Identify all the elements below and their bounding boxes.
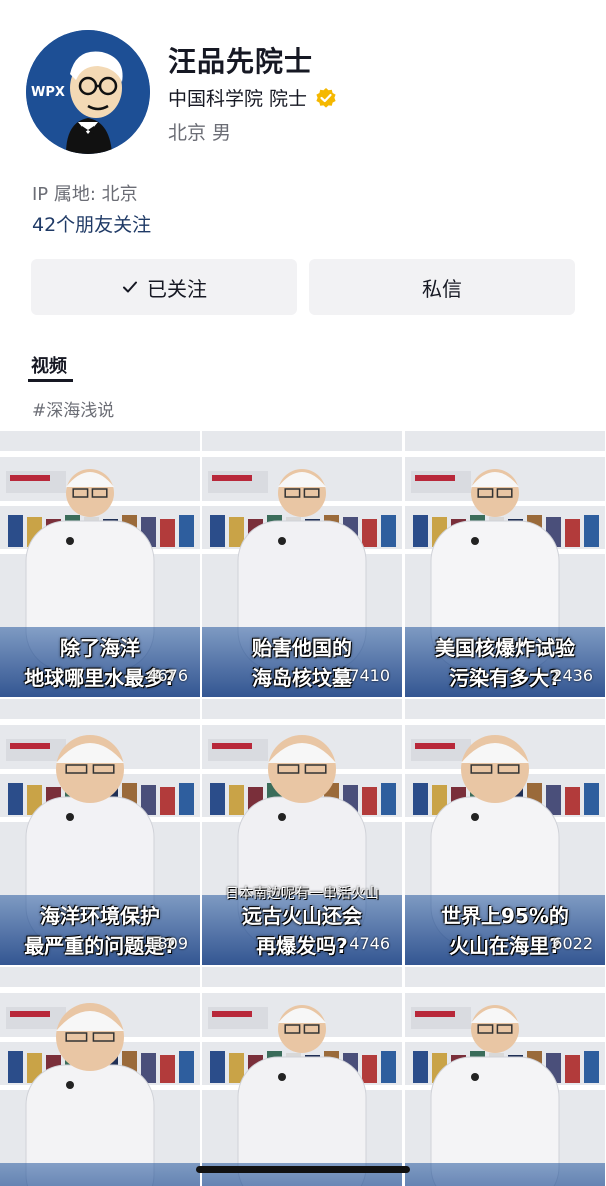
verification-row: 中国科学院 院士 [168, 84, 337, 111]
video-play-count: 6022 [552, 934, 593, 953]
profile-name: 汪品先院士 [168, 45, 314, 78]
video-thumbnail[interactable] [202, 967, 402, 1186]
tab-videos[interactable]: 视频 [31, 352, 67, 378]
video-caption-line1: 海洋环境保护 [40, 904, 160, 928]
video-play-count: 4746 [349, 934, 390, 953]
checkmark-icon [123, 281, 137, 293]
tab-active-indicator [28, 379, 73, 382]
video-scene [405, 967, 605, 1186]
video-thumbnail[interactable]: 日本南边呢有一串活火山 远古火山还会 再爆发吗? 4746 [202, 699, 402, 965]
video-thumbnail[interactable]: 世界上95%的 火山在海里? 6022 [405, 699, 605, 965]
video-scene [202, 967, 402, 1186]
video-caption-line1: 除了海洋 [60, 636, 140, 660]
home-indicator [196, 1166, 410, 1173]
video-thumbnail[interactable]: 海底火山爆发 [0, 967, 200, 1186]
video-play-count: 7410 [349, 666, 390, 685]
avatar-text: WPX [31, 85, 65, 100]
avatar[interactable]: WPX [26, 30, 150, 154]
video-caption-line1: 世界上95%的 [441, 904, 569, 928]
message-button[interactable]: 私信 [309, 259, 575, 315]
hashtag-collection[interactable]: #深海浅说 [32, 396, 114, 421]
video-scene [0, 967, 200, 1186]
video-thumbnail[interactable]: 除了海洋 地球哪里水最多? 4676 [0, 431, 200, 697]
verification-text: 中国科学院 院士 [168, 88, 308, 110]
friends-following-link[interactable]: 42个朋友关注 [32, 210, 151, 237]
profile-header: WPX 汪品先院士 中国科学院 院士 北京 男 IP 属地: 北京 42个朋友关… [0, 0, 606, 250]
video-caption-line1: 远古火山还会 [242, 904, 362, 928]
video-play-count: 2436 [552, 666, 593, 685]
video-thumbnail[interactable]: 人类到底能 [405, 967, 605, 1186]
profile-location: 北京 男 [168, 122, 232, 144]
avatar-illustration: WPX [26, 30, 150, 154]
video-caption-line1: 美国核爆炸试验 [435, 636, 575, 660]
followed-button-label: 已关注 [147, 276, 207, 301]
video-thumbnail[interactable]: 美国核爆炸试验 污染有多大? 2436 [405, 431, 605, 697]
caption-band [0, 1163, 200, 1186]
video-play-count: 4676 [147, 666, 188, 685]
video-play-count: 1809 [147, 934, 188, 953]
caption-band [405, 1163, 605, 1186]
video-thumbnail[interactable]: 贻害他国的 海岛核坟墓 7410 [202, 431, 402, 697]
message-button-label: 私信 [422, 276, 462, 301]
video-thumbnail[interactable]: 海洋环境保护 最严重的问题是? 1809 [0, 699, 200, 965]
followed-button[interactable]: 已关注 [31, 259, 297, 315]
ip-location: IP 属地: 北京 [32, 184, 138, 205]
video-caption-line1: 贻害他国的 [252, 636, 352, 660]
verified-badge-icon [316, 87, 336, 108]
